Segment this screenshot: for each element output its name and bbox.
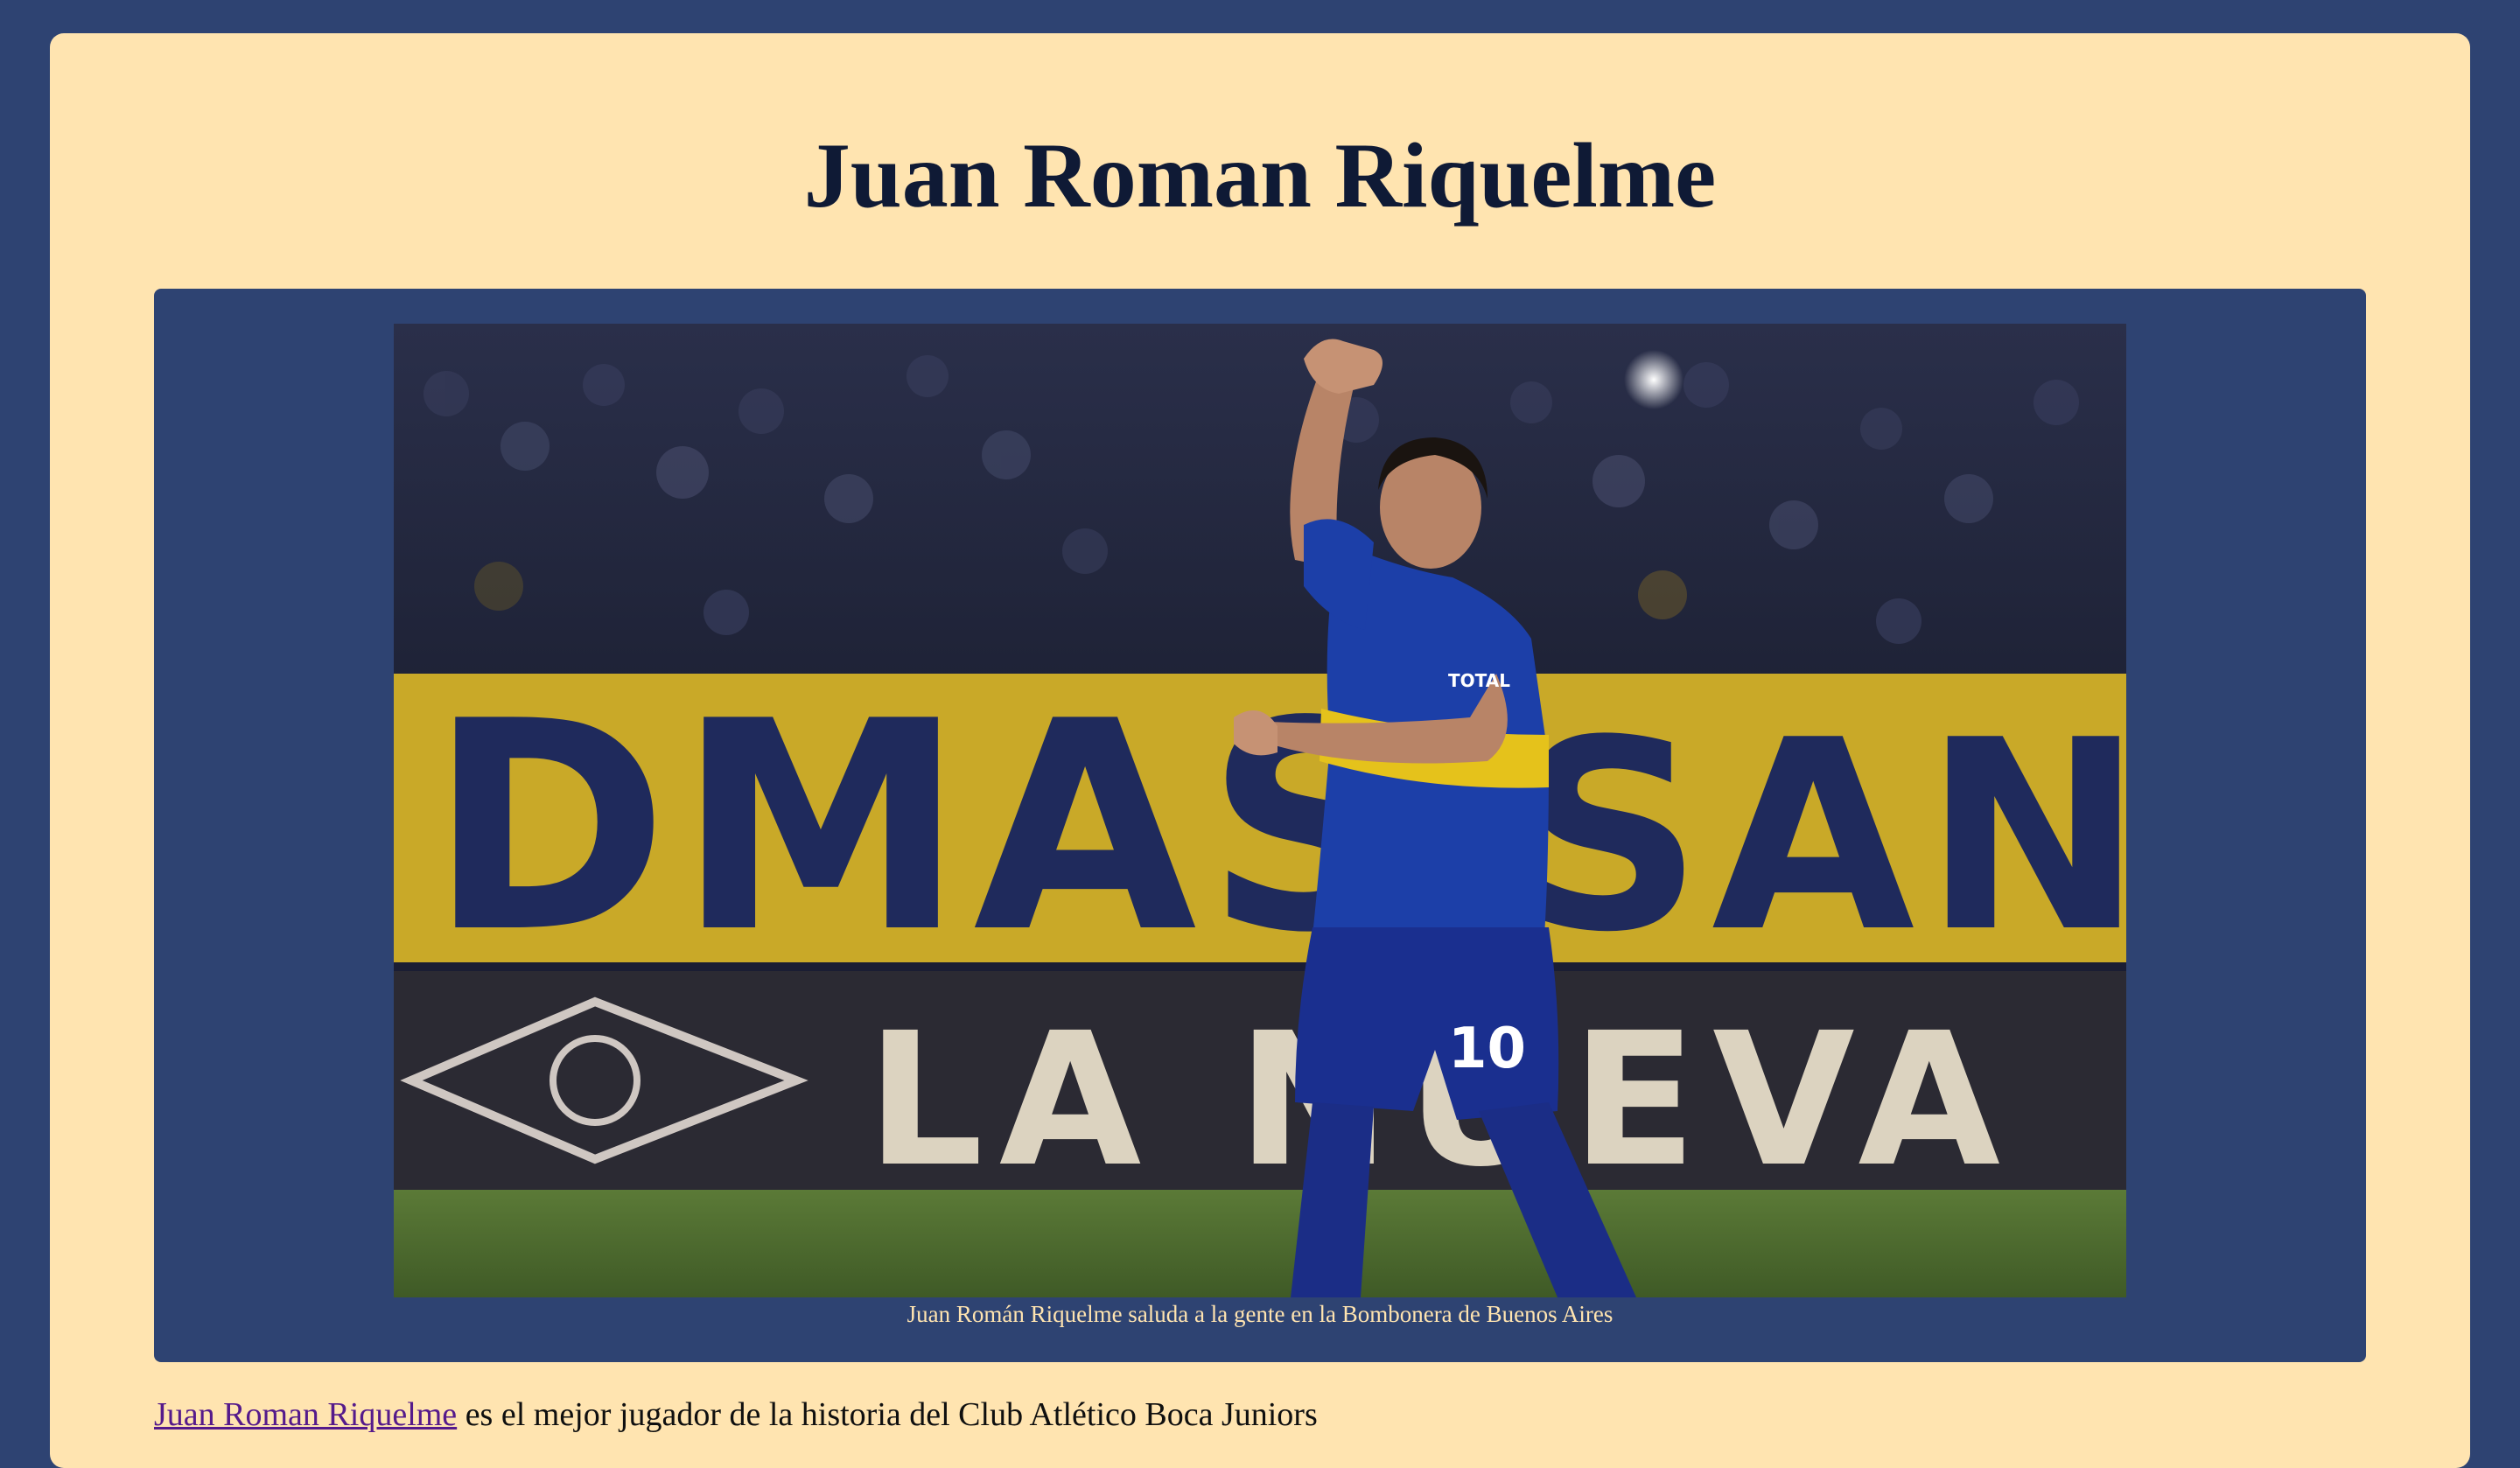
figure: DMAS SAN LA NUEVA 10 TOTAL Juan Román Ri… bbox=[154, 289, 2366, 1362]
shirt-number: 10 bbox=[1448, 1017, 1526, 1081]
player-photo: DMAS SAN LA NUEVA 10 TOTAL bbox=[394, 324, 2126, 1297]
sponsor-text: TOTAL bbox=[1448, 670, 1510, 691]
player-photo-illustration: DMAS SAN LA NUEVA 10 TOTAL bbox=[394, 324, 2126, 1297]
intro-text: es el mejor jugador de la historia del C… bbox=[457, 1396, 1318, 1433]
banner-text-top-right: SAN bbox=[1514, 684, 2126, 989]
page-title: Juan Roman Riquelme bbox=[803, 124, 1717, 227]
player-link[interactable]: Juan Roman Riquelme bbox=[154, 1396, 457, 1433]
photo-caption: Juan Román Riquelme saluda a la gente en… bbox=[906, 1301, 1614, 1327]
intro-paragraph: Juan Roman Riquelme es el mejor jugador … bbox=[154, 1395, 1318, 1436]
banner-text-top: DMAS bbox=[429, 660, 1422, 996]
